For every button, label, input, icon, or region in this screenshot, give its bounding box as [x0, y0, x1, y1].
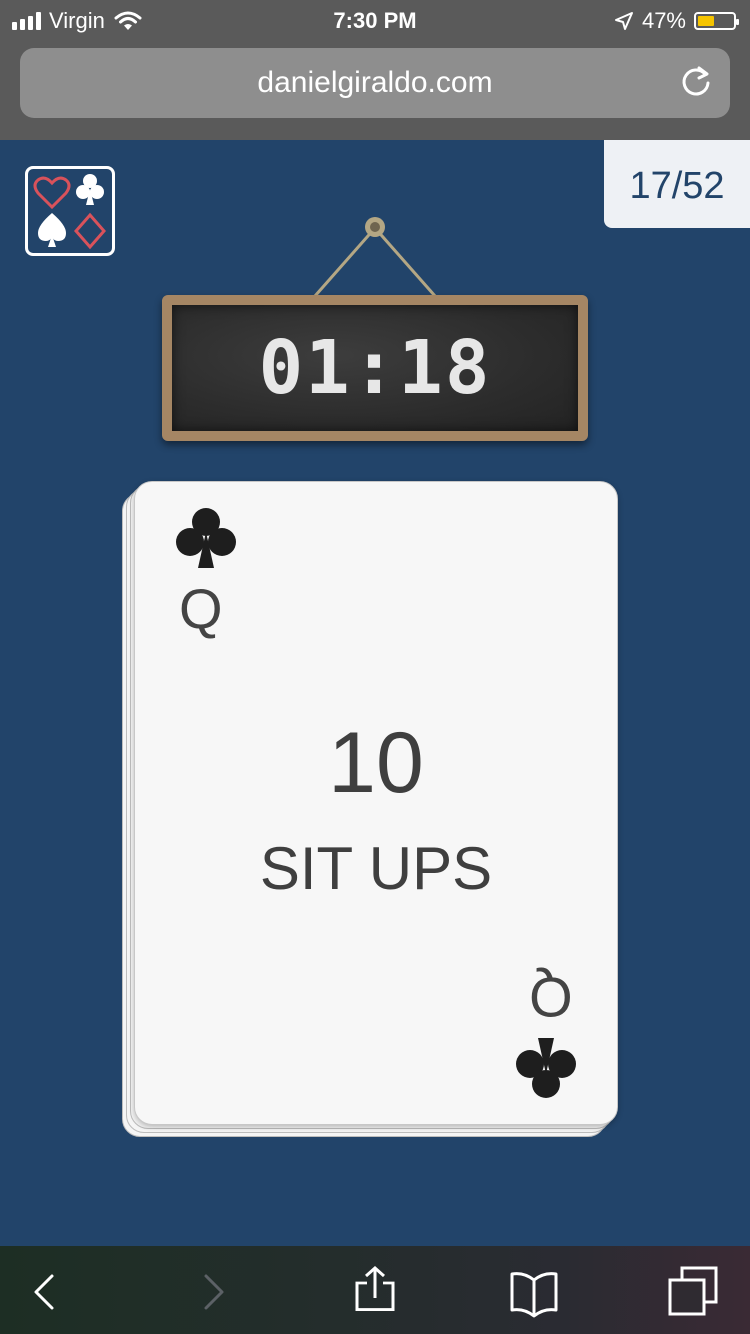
- timer-display: 01:18: [258, 325, 492, 411]
- card-counter: 17/52: [604, 140, 750, 228]
- back-icon[interactable]: [22, 1266, 74, 1318]
- url-text: danielgiraldo.com: [257, 66, 493, 99]
- suits-logo-icon: [33, 174, 106, 250]
- card-rank-bottom: Q: [529, 966, 573, 1029]
- timer-board: 01:18: [162, 295, 588, 441]
- location-icon: [614, 12, 633, 30]
- browser-toolbar: [0, 1246, 750, 1334]
- status-bar: Virgin 7:30 PM 47%: [0, 0, 750, 42]
- exercise-reps: 10: [328, 715, 424, 811]
- status-right: 47%: [614, 8, 739, 34]
- clubs-icon: [176, 508, 236, 568]
- tabs-icon[interactable]: [668, 1266, 720, 1318]
- battery-icon: [694, 12, 739, 30]
- exercise-card[interactable]: Q 10 SIT UPS Q: [134, 481, 618, 1125]
- card-suits-logo[interactable]: [25, 166, 115, 256]
- exercise-name: SIT UPS: [259, 835, 493, 902]
- share-icon[interactable]: [349, 1266, 401, 1318]
- url-bar[interactable]: danielgiraldo.com: [20, 48, 730, 118]
- bookmarks-icon[interactable]: [508, 1266, 560, 1318]
- battery-percent: 47%: [641, 8, 686, 33]
- clubs-icon: [516, 1038, 576, 1098]
- forward-icon[interactable]: [184, 1266, 236, 1318]
- card-rank-top: Q: [179, 577, 223, 640]
- reload-icon[interactable]: [678, 64, 714, 100]
- browser-header: Virgin 7:30 PM 47% danielgiraldo.com: [0, 0, 750, 140]
- board-hanger: [313, 217, 437, 297]
